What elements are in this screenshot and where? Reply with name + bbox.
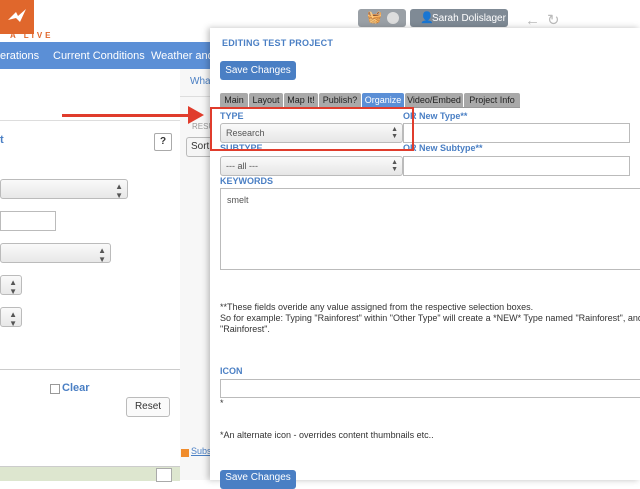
rss-icon [181,449,189,457]
annotation-arrow-shaft [62,114,190,117]
keywords-label: KEYWORDS [220,176,274,186]
new-type-input[interactable] [403,123,630,143]
override-note-line-1: **These fields overide any value assigne… [220,302,534,312]
nav-item-operations[interactable]: erations [0,50,39,62]
filter-select-3[interactable]: ▲ ▼ [0,275,22,296]
user-name: Sarah Dolislager [432,13,506,24]
reset-button[interactable]: Reset [126,397,170,417]
sort-label: Sort [191,141,210,152]
select-arrow-icon: ▲ ▼ [98,246,106,264]
override-note-line-2: So for example: Typing "Rainforest" with… [220,313,640,323]
new-subtype-input[interactable] [403,156,630,176]
divider [180,96,210,97]
filter-select-1[interactable]: ▲ ▼ [0,179,128,200]
icon-input[interactable] [220,379,640,398]
annotation-highlight-box [210,107,414,151]
back-arrow-icon[interactable]: ← [525,12,540,29]
tab-project-info[interactable]: Project Info [464,93,520,107]
filter-input[interactable] [0,211,56,231]
clear-checkbox[interactable] [50,384,60,394]
tab-organize[interactable]: Organize [362,93,404,107]
map-preview[interactable] [0,466,180,481]
keywords-textarea[interactable]: smelt [220,188,640,270]
select-arrow-icon: ▲ ▼ [115,182,123,200]
new-subtype-label: OR New Subtype** [403,143,483,153]
filter-select-2[interactable]: ▲ ▼ [0,243,111,264]
tab-main[interactable]: Main [220,93,248,107]
basket-toggle[interactable]: 🧺 [358,9,406,27]
save-changes-button[interactable]: Save Changes [220,61,296,80]
divider [0,120,180,121]
icon-asterisk: * [220,398,224,408]
nav-item-current-conditions[interactable]: Current Conditions [53,50,145,62]
override-note-line-3: "Rainforest". [220,324,270,334]
app-logo[interactable] [0,0,34,34]
basket-icon: 🧺 [367,10,382,24]
filter-select-4[interactable]: ▲ ▼ [0,307,22,328]
sort-select[interactable]: Sort [186,137,211,157]
logo-text: A LIVE [10,31,54,40]
keywords-value: smelt [227,195,249,205]
user-menu-button[interactable]: 👤 Sarah Dolislager [410,9,508,27]
select-arrow-icon: ▲ ▼ [9,278,17,296]
clear-link[interactable]: Clear [62,382,90,394]
subscribe-link[interactable]: Subs [191,446,212,456]
toggle-knob [387,12,399,24]
select-arrow-icon: ▲ ▼ [391,159,398,173]
icon-note: *An alternate icon - overrides content t… [220,430,434,440]
filter-title: t [0,134,4,146]
tab-map-it[interactable]: Map It! [284,93,318,107]
select-arrow-icon: ▲ ▼ [9,310,17,328]
bird-logo-icon [8,9,26,22]
subtype-select-value: --- all --- [226,161,258,171]
tab-video-embed[interactable]: Video/Embed [405,93,463,107]
filter-panel [0,69,181,480]
annotation-arrow-head [188,106,204,124]
tab-publish[interactable]: Publish? [319,93,361,107]
tab-layout[interactable]: Layout [249,93,283,107]
dialog-title: EDITING TEST PROJECT [222,38,334,48]
help-button[interactable]: ? [154,133,172,151]
divider [0,369,180,370]
refresh-icon[interactable]: ↻ [547,11,560,29]
icon-label: ICON [220,366,243,376]
subtype-select[interactable]: --- all --- ▲ ▼ [220,156,403,176]
